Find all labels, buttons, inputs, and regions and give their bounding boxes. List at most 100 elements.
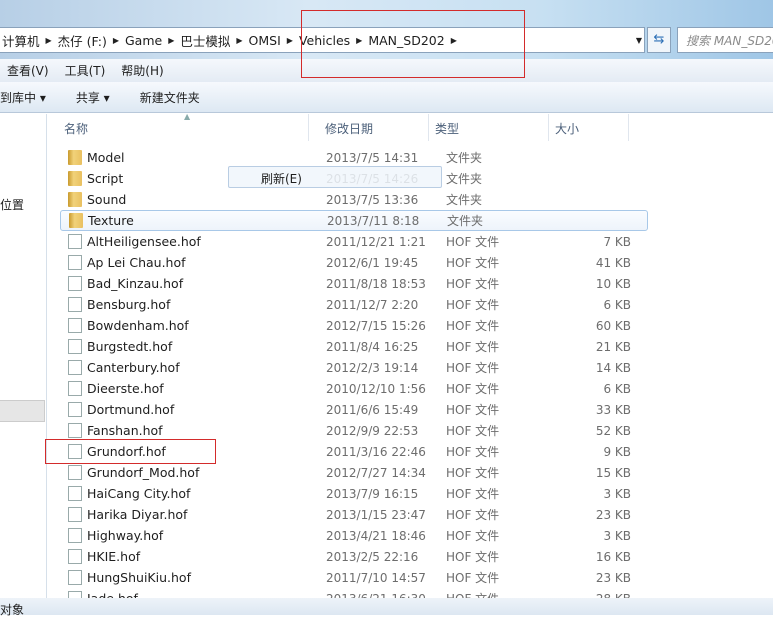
file-icon bbox=[68, 528, 82, 543]
sort-up-icon: ▲ bbox=[184, 112, 191, 121]
file-row[interactable]: Model 2013/7/5 14:31 文件夹 bbox=[60, 147, 648, 168]
file-row[interactable]: Bensburg.hof 2011/12/7 2:20 HOF 文件 6 KB bbox=[60, 294, 648, 315]
menu-help[interactable]: 帮助(H) bbox=[121, 62, 163, 79]
file-type: HOF 文件 bbox=[446, 235, 500, 249]
refresh-icon[interactable]: ⇆ bbox=[647, 27, 671, 53]
nav-item-location[interactable]: 位置 bbox=[0, 196, 24, 213]
file-name: Harika Diyar.hof bbox=[87, 507, 188, 522]
nav-item-selected[interactable] bbox=[0, 400, 45, 422]
file-size: 6 KB bbox=[603, 381, 631, 396]
file-name: Canterbury.hof bbox=[87, 360, 180, 375]
breadcrumb-item[interactable]: OMSI bbox=[249, 33, 281, 48]
search-input[interactable]: 搜索 MAN_SD202 bbox=[677, 27, 773, 53]
file-row[interactable]: HKIE.hof 2013/2/5 22:16 HOF 文件 16 KB bbox=[60, 546, 648, 567]
file-row[interactable]: Fanshan.hof 2012/9/9 22:53 HOF 文件 52 KB bbox=[60, 420, 648, 441]
chevron-right-icon[interactable]: ▶ bbox=[168, 36, 174, 45]
file-size: 23 KB bbox=[595, 570, 631, 585]
file-type: HOF 文件 bbox=[446, 403, 500, 417]
file-size: 21 KB bbox=[595, 339, 631, 354]
file-name: Grundorf_Mod.hof bbox=[87, 465, 200, 480]
file-row[interactable]: Grundorf_Mod.hof 2012/7/27 14:34 HOF 文件 … bbox=[60, 462, 648, 483]
file-row[interactable]: Harika Diyar.hof 2013/1/15 23:47 HOF 文件 … bbox=[60, 504, 648, 525]
folder-icon bbox=[68, 171, 82, 186]
file-type: HOF 文件 bbox=[446, 256, 500, 270]
chevron-right-icon[interactable]: ▶ bbox=[236, 36, 242, 45]
file-row[interactable]: Dieerste.hof 2010/12/10 1:56 HOF 文件 6 KB bbox=[60, 378, 648, 399]
menu-view[interactable]: 查看(V) bbox=[7, 62, 49, 79]
highlight-box bbox=[45, 439, 216, 464]
file-date: 2013/4/21 18:46 bbox=[326, 528, 426, 543]
highlight-box bbox=[301, 10, 525, 78]
column-name[interactable]: 名称 ▲ bbox=[48, 112, 309, 141]
file-date: 2012/9/9 22:53 bbox=[326, 423, 419, 438]
file-icon bbox=[68, 486, 82, 501]
breadcrumb-item[interactable]: 计算机 bbox=[2, 31, 40, 50]
folder-icon bbox=[68, 192, 82, 207]
file-date: 2011/8/18 18:53 bbox=[326, 276, 426, 291]
file-row[interactable]: HaiCang City.hof 2013/7/9 16:15 HOF 文件 3… bbox=[60, 483, 648, 504]
file-icon bbox=[68, 381, 82, 396]
file-name: Ap Lei Chau.hof bbox=[87, 255, 186, 270]
file-row[interactable]: Burgstedt.hof 2011/8/4 16:25 HOF 文件 21 K… bbox=[60, 336, 648, 357]
column-header: 名称 ▲ 修改日期 类型 大小 bbox=[48, 112, 773, 141]
share-button[interactable]: 共享 ▾ bbox=[76, 89, 110, 106]
file-icon bbox=[68, 507, 82, 522]
file-icon bbox=[68, 318, 82, 333]
file-type: HOF 文件 bbox=[446, 340, 500, 354]
file-row[interactable]: Bowdenham.hof 2012/7/15 15:26 HOF 文件 60 … bbox=[60, 315, 648, 336]
column-type[interactable]: 类型 bbox=[429, 114, 549, 141]
file-size: 52 KB bbox=[595, 423, 631, 438]
include-library-button[interactable]: 到库中 ▾ bbox=[0, 89, 46, 106]
file-row[interactable]: Texture 2013/7/11 8:18 文件夹 bbox=[60, 210, 648, 231]
file-row[interactable]: Dortmund.hof 2011/6/6 15:49 HOF 文件 33 KB bbox=[60, 399, 648, 420]
chevron-right-icon[interactable]: ▶ bbox=[113, 36, 119, 45]
file-size: 15 KB bbox=[595, 465, 631, 480]
file-size: 6 KB bbox=[603, 297, 631, 312]
chevron-right-icon[interactable]: ▶ bbox=[287, 36, 293, 45]
file-type: HOF 文件 bbox=[446, 529, 500, 543]
file-size: 3 KB bbox=[603, 486, 631, 501]
file-type: HOF 文件 bbox=[446, 361, 500, 375]
file-row[interactable]: Highway.hof 2013/4/21 18:46 HOF 文件 3 KB bbox=[60, 525, 648, 546]
chevron-right-icon[interactable]: ▶ bbox=[46, 36, 52, 45]
file-date: 2012/7/27 14:34 bbox=[326, 465, 426, 480]
file-size: 3 KB bbox=[603, 528, 631, 543]
menu-tools[interactable]: 工具(T) bbox=[65, 62, 106, 79]
file-size: 16 KB bbox=[595, 549, 631, 564]
file-row[interactable]: Bad_Kinzau.hof 2011/8/18 18:53 HOF 文件 10… bbox=[60, 273, 648, 294]
file-icon bbox=[68, 339, 82, 354]
file-date: 2012/6/1 19:45 bbox=[326, 255, 419, 270]
file-name: HKIE.hof bbox=[87, 549, 141, 564]
file-icon bbox=[68, 423, 82, 438]
file-type: HOF 文件 bbox=[446, 487, 500, 501]
file-type: HOF 文件 bbox=[446, 319, 500, 333]
new-folder-button[interactable]: 新建文件夹 bbox=[140, 89, 200, 106]
file-name: Dortmund.hof bbox=[87, 402, 175, 417]
chevron-down-icon[interactable]: ▼ bbox=[636, 36, 642, 45]
file-type: HOF 文件 bbox=[446, 590, 499, 598]
folder-icon bbox=[69, 213, 83, 228]
file-name: Model bbox=[87, 150, 125, 165]
file-row[interactable]: Ap Lei Chau.hof 2012/6/1 19:45 HOF 文件 41… bbox=[60, 252, 648, 273]
file-size: 23 KB bbox=[595, 507, 631, 522]
breadcrumb-item[interactable]: 巴士模拟 bbox=[180, 31, 230, 50]
file-row[interactable]: HungShuiKiu.hof 2011/7/10 14:57 HOF 文件 2… bbox=[60, 567, 648, 588]
column-date-label: 修改日期 bbox=[325, 122, 374, 136]
breadcrumb-item[interactable]: Game bbox=[125, 33, 162, 48]
file-row[interactable]: Canterbury.hof 2012/2/3 19:14 HOF 文件 14 … bbox=[60, 357, 648, 378]
file-list: Model 2013/7/5 14:31 文件夹 Script 2013/7/5… bbox=[48, 147, 773, 598]
file-date: 2012/2/3 19:14 bbox=[326, 360, 419, 375]
breadcrumb-item[interactable]: 杰仔 (F:) bbox=[58, 31, 107, 50]
column-size-label: 大小 bbox=[555, 122, 580, 136]
file-row[interactable]: Sound 2013/7/5 13:36 文件夹 bbox=[60, 189, 648, 210]
context-menu-refresh[interactable]: 刷新(E) bbox=[228, 166, 442, 188]
toolbar: 到库中 ▾ 共享 ▾ 新建文件夹 bbox=[0, 82, 773, 113]
file-date: 2013/7/5 13:36 bbox=[326, 192, 419, 207]
column-date[interactable]: 修改日期 bbox=[309, 114, 429, 141]
file-date: 2011/3/16 22:46 bbox=[326, 444, 426, 459]
file-row[interactable]: Jade.hof 2013/6/21 16:30 HOF 文件 28 KB bbox=[60, 588, 648, 598]
file-type: HOF 文件 bbox=[446, 508, 500, 522]
column-size[interactable]: 大小 bbox=[549, 114, 629, 141]
file-row[interactable]: AltHeiligensee.hof 2011/12/21 1:21 HOF 文… bbox=[60, 231, 648, 252]
file-name: Bensburg.hof bbox=[87, 297, 171, 312]
